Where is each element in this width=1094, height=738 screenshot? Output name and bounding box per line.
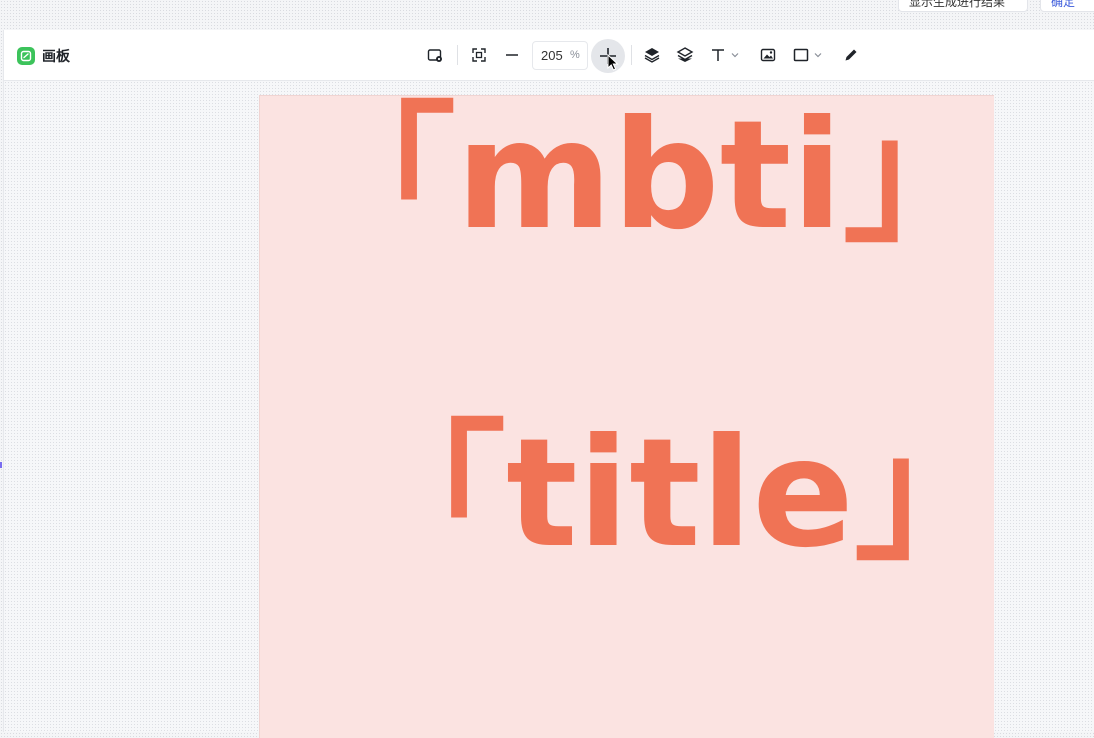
canvas-settings-icon [427,49,442,62]
pen-tool-button[interactable] [838,41,864,69]
fit-screen-icon [472,48,486,62]
panel-title: 画板 [42,48,70,64]
toolbar-separator [457,45,458,65]
canvas-text-line-1[interactable]: 「mbti」的 [306,96,994,256]
toolbar: 画板 205 % [4,30,1094,81]
image-tool-button[interactable] [755,41,781,69]
show-results-button[interactable]: 显示生成进行结果 [898,0,1028,12]
chevron-down-icon [814,53,821,58]
fit-screen-button[interactable] [466,41,492,69]
confirm-button[interactable]: 确定 [1040,0,1094,12]
layers-stack-button[interactable] [672,41,698,69]
canvas-settings-button[interactable] [422,41,448,69]
left-edge-marker [0,462,2,468]
shape-tool-icon [793,48,808,62]
mouse-cursor-icon [607,54,619,71]
layers-stack-icon [676,47,694,62]
zoom-input[interactable]: 205 % [532,41,588,70]
text-tool-icon [711,49,724,61]
zoom-unit: % [570,49,580,61]
board-icon [17,47,35,65]
pen-tool-icon [845,49,857,61]
zoom-value: 205 [541,48,563,63]
zoom-out-button[interactable] [499,41,525,69]
image-tool-icon [760,48,776,62]
canvas-text-line-2[interactable]: 「title」的 [356,414,994,574]
zoom-out-icon [506,54,518,56]
board-panel: 画板 205 % 「mbti」 「title」 [3,30,1094,738]
text-tool-button[interactable] [704,41,744,69]
chevron-down-icon [731,53,738,58]
layer-button[interactable] [639,41,665,69]
top-strip: 显示生成进行结果 确定 [0,0,1094,30]
board-canvas[interactable]: 「mbti」的 「title」的 [259,95,994,738]
shape-tool-button[interactable] [787,41,827,69]
layer-icon [644,48,660,63]
toolbar-separator [631,45,632,65]
